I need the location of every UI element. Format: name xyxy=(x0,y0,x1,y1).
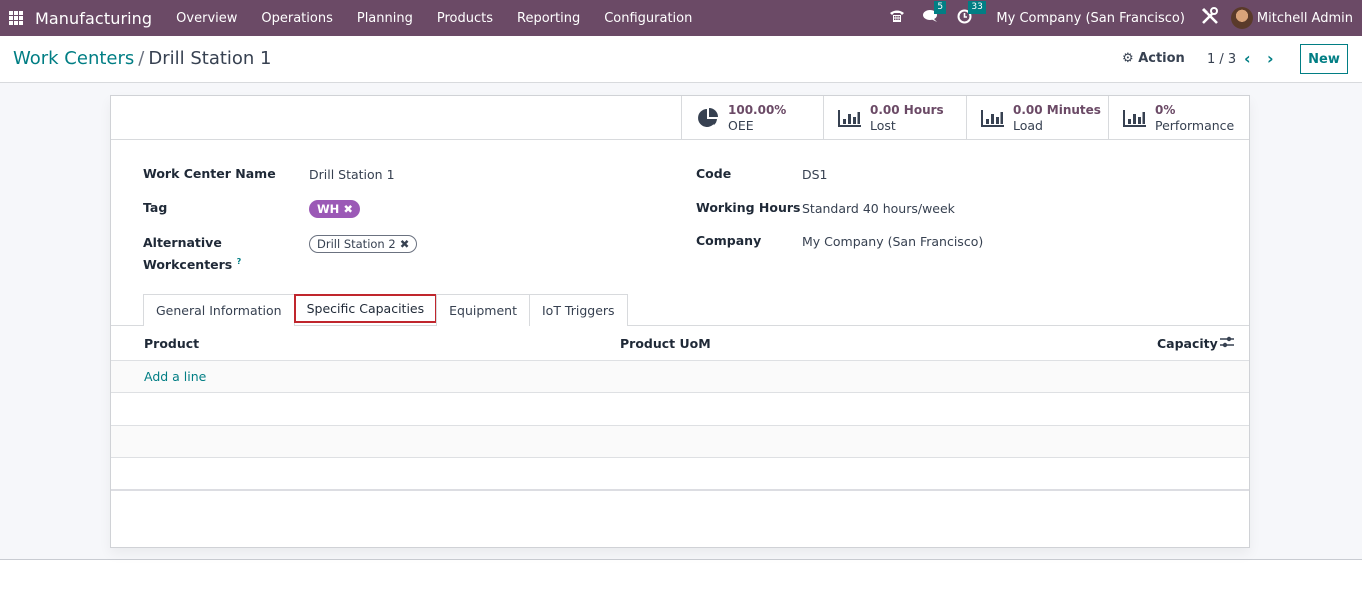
action-button[interactable]: ⚙ Action xyxy=(1122,51,1185,66)
code-field[interactable]: DS1 xyxy=(802,167,828,182)
tag-wh[interactable]: WH ✖ xyxy=(309,200,360,218)
tag-wh-text: WH xyxy=(317,202,340,216)
menu-reporting[interactable]: Reporting xyxy=(505,11,592,26)
navbar-systray: 5 33 My Company (San Francisco) Mitchell… xyxy=(889,0,1362,36)
tag-label: Tag xyxy=(143,200,168,215)
breadcrumb-work-centers[interactable]: Work Centers xyxy=(13,48,134,69)
tab-specific-capacities[interactable]: Specific Capacities xyxy=(293,294,438,323)
user-menu[interactable]: Mitchell Admin xyxy=(1257,11,1353,26)
stat-performance-label: Performance xyxy=(1155,117,1235,133)
working-hours-field[interactable]: Standard 40 hours/week xyxy=(802,201,955,216)
table-row xyxy=(111,458,1249,490)
menu-operations[interactable]: Operations xyxy=(249,11,344,26)
bar-chart-icon xyxy=(1123,106,1147,130)
avatar[interactable] xyxy=(1230,7,1253,29)
form-sheet: 100.00% OEE 0.00 Hours Lost 0.00 Minutes… xyxy=(110,95,1250,548)
stat-oee-label: OEE xyxy=(728,117,754,133)
bar-chart-icon xyxy=(981,106,1005,130)
code-label: Code xyxy=(696,166,732,181)
remove-tag-icon[interactable]: ✖ xyxy=(343,202,353,216)
apps-grid-icon[interactable] xyxy=(9,11,23,25)
app-name[interactable]: Manufacturing xyxy=(35,9,152,28)
phone-icon[interactable] xyxy=(889,9,905,27)
stat-oee-value: 100.00% xyxy=(728,102,787,117)
control-panel: Work Centers / Drill Station 1 ⚙ Action 1 … xyxy=(0,36,1362,83)
optional-columns-icon[interactable] xyxy=(1220,335,1234,349)
bar-chart-icon xyxy=(838,106,862,130)
main-menu: Overview Operations Planning Products Re… xyxy=(164,11,704,26)
tag-drill-station-2-text: Drill Station 2 xyxy=(317,237,396,251)
company-field[interactable]: My Company (San Francisco) xyxy=(802,234,983,249)
table-row xyxy=(111,426,1249,458)
menu-products[interactable]: Products xyxy=(425,11,505,26)
top-navbar: Manufacturing Overview Operations Planni… xyxy=(0,0,1362,36)
remove-tag-icon[interactable]: ✖ xyxy=(400,237,410,251)
stat-buttons: 100.00% OEE 0.00 Hours Lost 0.00 Minutes… xyxy=(111,96,1249,140)
chat-bubble-icon[interactable]: 5 xyxy=(923,1,947,27)
breadcrumb-current: Drill Station 1 xyxy=(148,48,272,69)
work-center-name-label: Work Center Name xyxy=(143,166,276,181)
column-product[interactable]: Product xyxy=(144,336,199,351)
table-footer-divider xyxy=(111,489,1249,491)
add-a-line-link[interactable]: Add a line xyxy=(144,369,206,384)
working-hours-label: Working Hours xyxy=(696,200,801,215)
column-capacity[interactable]: Capacity xyxy=(1157,336,1218,351)
stat-lost-label: Lost xyxy=(870,117,896,133)
help-tooltip-icon[interactable]: ? xyxy=(237,257,242,266)
tab-general-information[interactable]: General Information xyxy=(143,294,295,326)
table-header: Product Product UoM Capacity xyxy=(111,326,1249,361)
tools-icon[interactable] xyxy=(1201,6,1219,30)
table-row: Add a line xyxy=(111,361,1249,393)
gear-icon: ⚙ xyxy=(1122,51,1134,66)
menu-overview[interactable]: Overview xyxy=(164,11,249,26)
stat-oee[interactable]: 100.00% OEE xyxy=(681,96,823,139)
menu-configuration[interactable]: Configuration xyxy=(592,11,704,26)
stat-load[interactable]: 0.00 Minutes Load xyxy=(966,96,1108,139)
alt-label-line2: Workcenters xyxy=(143,257,233,273)
alternative-workcenters-label: Alternative Workcenters ? xyxy=(143,233,241,274)
company-switcher[interactable]: My Company (San Francisco) xyxy=(996,11,1184,26)
column-product-uom[interactable]: Product UoM xyxy=(620,336,711,351)
chevron-right-icon[interactable]: › xyxy=(1267,49,1274,68)
breadcrumb: Work Centers / Drill Station 1 xyxy=(13,48,272,69)
tab-iot-triggers[interactable]: IoT Triggers xyxy=(528,294,628,326)
stat-load-value: 0.00 Minutes xyxy=(1013,102,1101,117)
menu-planning[interactable]: Planning xyxy=(345,11,425,26)
pie-chart-icon xyxy=(696,106,720,130)
notebook-tabs: General Information Specific Capacities … xyxy=(143,294,628,326)
tab-equipment[interactable]: Equipment xyxy=(436,294,530,326)
company-label: Company xyxy=(696,233,762,248)
stat-performance-value: 0% xyxy=(1155,102,1176,117)
alt-label-line1: Alternative xyxy=(143,235,222,250)
stat-lost-value: 0.00 Hours xyxy=(870,102,944,117)
new-button[interactable]: New xyxy=(1300,44,1348,74)
clock-icon[interactable]: 33 xyxy=(957,0,986,28)
activities-badge: 33 xyxy=(968,0,986,14)
stat-performance[interactable]: 0% Performance xyxy=(1108,96,1249,139)
table-row xyxy=(111,393,1249,426)
action-label: Action xyxy=(1138,51,1185,66)
tag-drill-station-2[interactable]: Drill Station 2 ✖ xyxy=(309,235,418,253)
work-center-name-field[interactable]: Drill Station 1 xyxy=(309,167,395,182)
messages-badge: 5 xyxy=(934,1,947,14)
pager-value[interactable]: 1 / 3 xyxy=(1207,52,1236,67)
chevron-left-icon[interactable]: ‹ xyxy=(1244,49,1251,68)
stat-load-label: Load xyxy=(1013,117,1043,133)
stat-lost[interactable]: 0.00 Hours Lost xyxy=(823,96,966,139)
breadcrumb-separator: / xyxy=(138,48,145,69)
